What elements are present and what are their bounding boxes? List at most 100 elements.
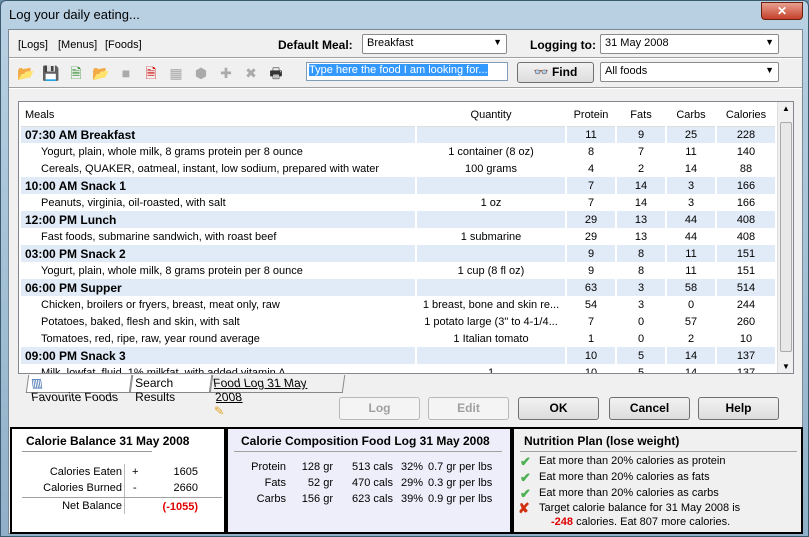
log-button[interactable]: Log (339, 397, 420, 420)
calories-cell: 140 (716, 143, 777, 160)
scrollbar-thumb[interactable] (780, 122, 792, 352)
help-button[interactable]: Help (698, 397, 779, 420)
copy-food-icon[interactable]: ▦ (167, 64, 185, 82)
tab-search-results[interactable]: Search Results (129, 375, 213, 404)
quantity-cell: 1 submarine (416, 228, 567, 245)
edit-button[interactable]: Edit (428, 397, 509, 420)
scroll-up-icon[interactable]: ▲ (782, 104, 790, 113)
header-fats[interactable]: Fats (616, 105, 667, 127)
cancel-button[interactable]: Cancel (609, 397, 690, 420)
print-icon[interactable]: 🖶 (267, 64, 285, 82)
chevron-down-icon: ▼ (765, 65, 774, 75)
cross-icon: ✘ (518, 500, 530, 516)
meal-row[interactable]: 06:00 PM Supper 63 3 58 514 (21, 279, 777, 296)
target-line: Target calorie balance for 31 May 2008 i… (539, 502, 741, 514)
food-row[interactable]: Fast foods, submarine sandwich, with roa… (21, 228, 777, 245)
header-calories[interactable]: Calories (716, 105, 777, 127)
meal-row[interactable]: 10:00 AM Snack 1 7 14 3 166 (21, 177, 777, 194)
meal-name-cell: Fast foods, submarine sandwich, with roa… (21, 228, 417, 245)
new-menu-icon[interactable]: 🗎 (67, 64, 85, 82)
scroll-down-icon[interactable]: ▼ (782, 362, 790, 371)
foods-link[interactable]: [Foods] (105, 39, 142, 51)
food-row[interactable]: Chicken, broilers or fryers, breast, mea… (21, 296, 777, 313)
calories-cell: 408 (716, 211, 777, 228)
fats-cell: 9 (616, 126, 667, 143)
target-advice: calories. Eat 807 more calories. (573, 516, 731, 528)
calories-cell: 228 (716, 126, 777, 143)
header-quantity[interactable]: Quantity (416, 105, 567, 127)
quantity-cell: 1 potato large (3" to 4-1/4... (416, 313, 567, 330)
food-row[interactable]: Cereals, QUAKER, oatmeal, instant, low s… (21, 160, 777, 177)
food-row[interactable]: Potatoes, baked, flesh and skin, with sa… (21, 313, 777, 330)
quantity-cell (416, 126, 567, 143)
logging-date-select[interactable]: 31 May 2008 ▼ (600, 34, 779, 54)
header-meals[interactable]: Meals (21, 105, 417, 127)
logging-date-value: 31 May 2008 (605, 37, 669, 49)
tab-favourite-foods[interactable]: ▥ Favourite Foods (25, 375, 133, 404)
nutrition-plan-panel: Nutrition Plan (lose weight) ✔ Eat more t… (512, 427, 803, 534)
divider (9, 87, 802, 89)
quantity-cell: 1 (416, 364, 567, 373)
pencil-icon: ✎ (213, 404, 226, 418)
meal-name-cell: 10:00 AM Snack 1 (21, 177, 417, 194)
open-log-icon[interactable]: 📂 (17, 64, 35, 82)
carbs-cell: 25 (666, 126, 717, 143)
food-row[interactable]: Yogurt, plain, whole milk, 8 grams prote… (21, 143, 777, 160)
food-row[interactable]: Tomatoes, red, ripe, raw, year round ave… (21, 330, 777, 347)
tab-food-log[interactable]: Food Log 31 May 2008 ✎ (209, 375, 346, 418)
meal-name-cell: Cereals, QUAKER, oatmeal, instant, low s… (21, 160, 417, 177)
divider (520, 451, 797, 452)
food-settings-icon[interactable]: ⬢ (192, 64, 210, 82)
new-food-icon[interactable]: 🗎 (142, 64, 160, 82)
meal-row[interactable]: 12:00 PM Lunch 29 13 44 408 (21, 211, 777, 228)
open-menu-icon[interactable]: 📂 (92, 64, 110, 82)
ok-button[interactable]: OK (518, 397, 599, 420)
meal-row[interactable]: 03:00 PM Snack 2 9 8 11 151 (21, 245, 777, 262)
save-menu-icon[interactable]: ■ (117, 64, 135, 82)
calorie-composition-title: Calorie Composition Food Log 31 May 2008 (241, 434, 490, 448)
protein-cell: 63 (566, 279, 617, 296)
find-label: Find (551, 65, 578, 79)
composition-gr: 156 gr (301, 493, 333, 505)
fats-cell: 13 (616, 228, 667, 245)
close-button[interactable]: ✕ (761, 2, 803, 20)
calories-eaten-value: 1605 (173, 466, 198, 478)
delete-food-icon[interactable]: ✖ (242, 64, 260, 82)
meal-row[interactable]: 07:30 AM Breakfast 11 9 25 228 (21, 126, 777, 143)
window: Log your daily eating... ✕ [Logs] [Menus… (0, 0, 809, 537)
save-log-icon[interactable]: 💾 (42, 64, 60, 82)
divider (234, 451, 502, 452)
header-protein[interactable]: Protein (566, 105, 617, 127)
add-food-icon[interactable]: ✚ (217, 64, 235, 82)
logging-to-label: Logging to: (530, 38, 596, 52)
search-text: Type here the food I am looking for... (309, 64, 488, 76)
food-search-input[interactable]: Type here the food I am looking for... (306, 62, 508, 81)
protein-cell: 9 (566, 245, 617, 262)
calories-cell: 137 (716, 364, 777, 373)
food-filter-select[interactable]: All foods ▼ (600, 62, 779, 82)
quantity-cell: 1 breast, bone and skin re... (416, 296, 567, 313)
food-log-grid: Meals Quantity Protein Fats Carbs Calori… (18, 101, 794, 374)
protein-cell: 29 (566, 228, 617, 245)
menus-link[interactable]: [Menus] (58, 39, 97, 51)
carbs-cell: 44 (666, 228, 717, 245)
default-meal-select[interactable]: Breakfast ▼ (362, 34, 507, 54)
food-row[interactable]: Milk, lowfat, fluid, 1% milkfat, with ad… (21, 364, 777, 373)
logs-link[interactable]: [Logs] (18, 39, 48, 51)
find-button[interactable]: 👓 Find (517, 62, 594, 83)
food-row[interactable]: Yogurt, plain, whole milk, 8 grams prote… (21, 262, 777, 279)
meal-row[interactable]: 09:00 PM Snack 3 10 5 14 137 (21, 347, 777, 364)
calories-cell: 151 (716, 262, 777, 279)
carbs-cell: 11 (666, 262, 717, 279)
vertical-scrollbar[interactable]: ▲ ▼ (777, 102, 793, 373)
chevron-down-icon: ▼ (493, 37, 502, 47)
protein-cell: 7 (566, 177, 617, 194)
quantity-cell (416, 177, 567, 194)
chevron-down-icon: ▼ (765, 37, 774, 47)
binoculars-icon: 👓 (533, 65, 552, 79)
fats-cell: 5 (616, 347, 667, 364)
calories-cell: 88 (716, 160, 777, 177)
header-carbs[interactable]: Carbs (666, 105, 717, 127)
protein-cell: 1 (566, 330, 617, 347)
food-row[interactable]: Peanuts, virginia, oil-roasted, with sal… (21, 194, 777, 211)
